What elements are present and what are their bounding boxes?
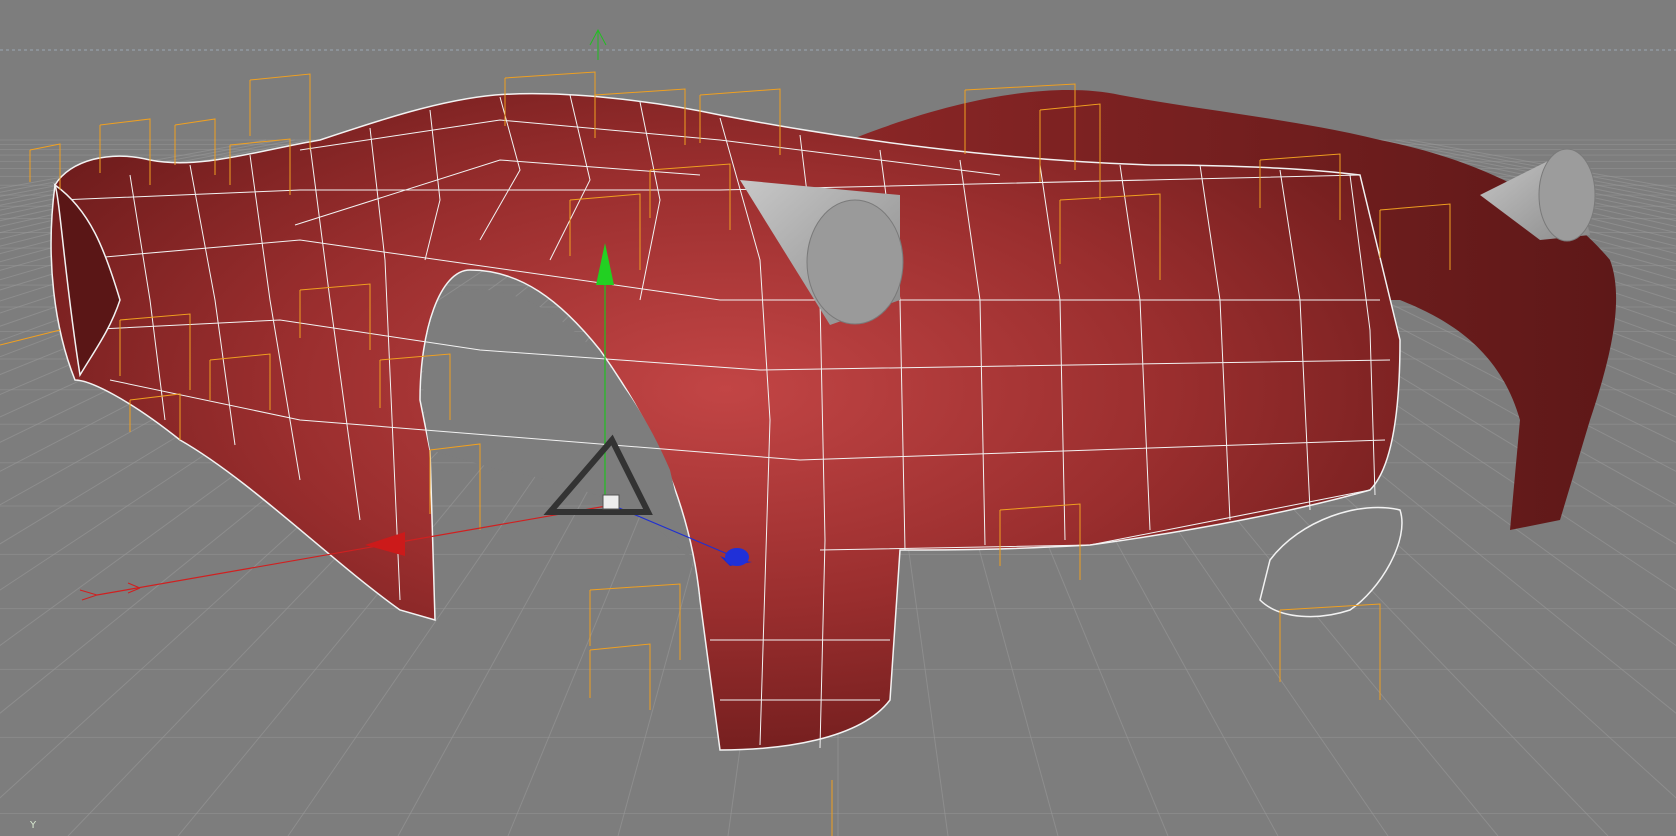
corner-axis-label: Y <box>30 820 37 831</box>
spline-bracket <box>589 643 651 710</box>
3d-viewport[interactable]: Y <box>0 0 1676 836</box>
spline-bracket <box>1279 603 1381 700</box>
object-center-cube-icon[interactable] <box>602 494 620 510</box>
viewport-scene[interactable] <box>0 0 1676 836</box>
move-arrow-z-head-icon[interactable] <box>725 548 749 566</box>
world-x-axis-arrow-icon <box>79 582 141 601</box>
spline-bracket <box>249 73 311 150</box>
